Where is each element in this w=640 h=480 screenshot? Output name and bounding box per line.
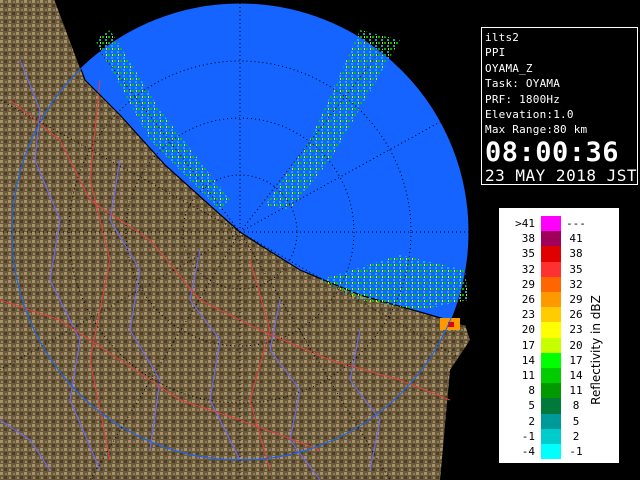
legend-swatch: [541, 413, 561, 429]
legend-low-label: -4: [521, 445, 535, 458]
legend-swatch: [541, 352, 561, 368]
legend-high-label: 20: [569, 338, 583, 352]
legend-swatch: [541, 383, 561, 399]
legend-swatch: [541, 276, 561, 292]
legend-low-label: 8: [528, 384, 535, 398]
legend-swatch: [541, 368, 561, 384]
legend-high-label: 35: [569, 262, 583, 276]
legend-swatch: [541, 231, 561, 247]
legend-low-label: 32: [521, 262, 535, 276]
legend-swatch: [541, 428, 561, 444]
legend-high-label: 5: [572, 414, 580, 428]
scan-type: PPI: [485, 46, 506, 60]
legend-swatch: [541, 216, 561, 232]
legend-high-label: 41: [569, 232, 583, 246]
radar-info-panel: ilts2 PPI OYAMA_Z Task: OYAMA PRF: 1800H…: [481, 27, 638, 185]
max-range-value: Max Range:80 km: [485, 123, 588, 137]
radar-name: ilts2: [485, 31, 520, 44]
scan-date: 23 MAY 2018 JST: [485, 165, 637, 185]
legend-low-label: 11: [521, 369, 535, 382]
legend-swatch: [541, 307, 561, 323]
legend-swatch: [541, 261, 561, 277]
legend-title: Reflectivity in dBZ: [589, 295, 603, 405]
legend-low-label: 5: [528, 399, 535, 413]
legend-low-label: 17: [521, 338, 535, 352]
legend-swatch: [541, 337, 561, 353]
legend-high-label: 23: [569, 323, 583, 337]
legend-low-label: 26: [521, 293, 535, 306]
legend-swatch: [541, 292, 561, 308]
legend-high-label: 11: [569, 384, 583, 398]
elevation-value: Elevation:1.0: [485, 108, 574, 122]
legend-low-label: >41: [515, 217, 535, 230]
legend-high-label: 17: [569, 353, 583, 367]
legend-swatch: [541, 246, 561, 262]
legend-high-label: 14: [569, 369, 583, 382]
reflectivity-legend: Reflectivity in dBZ >41 --- 38 41 35 38 32 35 29…: [499, 208, 619, 463]
legend-high-label: 38: [569, 247, 583, 261]
scan-time: 08:00:36: [485, 136, 620, 168]
legend-swatch: [541, 444, 561, 460]
prf-value: PRF: 1800Hz: [485, 92, 561, 106]
legend-low-label: 14: [521, 353, 535, 367]
ppi-radar-map[interactable]: [0, 0, 480, 480]
legend-high-label: ---: [566, 217, 586, 230]
legend-high-label: -1: [569, 445, 583, 458]
legend-low-label: 23: [521, 308, 535, 322]
legend-low-label: 38: [521, 232, 535, 246]
legend-low-label: 20: [521, 323, 535, 337]
legend-low-label: -1: [521, 429, 535, 443]
legend-low-label: 2: [528, 414, 535, 428]
legend-low-label: 29: [521, 277, 535, 291]
legend-high-label: 32: [569, 277, 583, 291]
legend-high-label: 8: [572, 399, 580, 413]
product-name: OYAMA_Z: [485, 61, 533, 75]
legend-low-label: 35: [521, 247, 535, 261]
legend-high-label: 29: [569, 293, 583, 306]
radar-display: ilts2 PPI OYAMA_Z Task: OYAMA PRF: 1800H…: [0, 0, 640, 480]
legend-swatch: [541, 398, 561, 414]
legend-swatch: [541, 322, 561, 338]
legend-high-label: 26: [569, 308, 583, 322]
task-name: Task: OYAMA: [485, 77, 561, 91]
legend-high-label: 2: [572, 429, 580, 443]
